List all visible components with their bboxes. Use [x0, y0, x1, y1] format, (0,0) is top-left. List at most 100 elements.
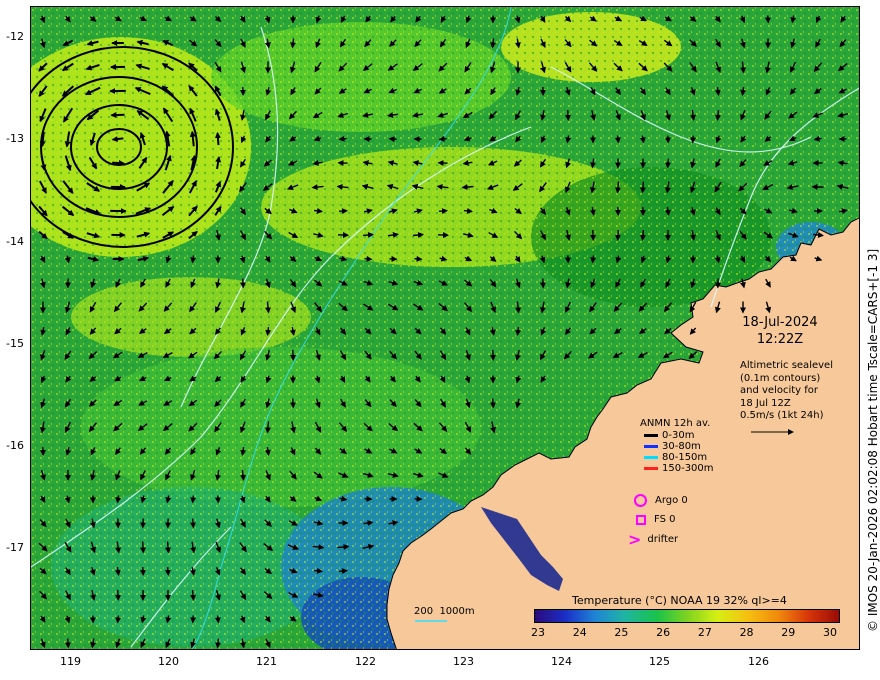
velocity-arrow	[265, 326, 272, 336]
velocity-arrow	[664, 135, 671, 144]
velocity-arrow	[811, 183, 824, 190]
lat-tick-label: -17	[6, 541, 24, 554]
date-label: 18-Jul-2024	[742, 315, 818, 330]
velocity-arrow	[189, 518, 196, 529]
velocity-arrow	[690, 135, 697, 144]
lat-tick-label: -16	[6, 439, 24, 452]
velocity-arrow	[615, 229, 621, 241]
velocity-arrow	[614, 135, 621, 144]
velocity-arrow	[240, 469, 246, 481]
legend-item: 30-80m	[644, 441, 714, 452]
legend-label: 0-30m	[662, 430, 695, 441]
velocity-arrow	[111, 136, 124, 143]
lat-tick-label: -13	[6, 132, 24, 145]
legend-title: ANMN 12h av.	[640, 418, 711, 429]
alt-note-line: (0.1m contours)	[740, 372, 821, 384]
colorbar-tick-label: 30	[823, 626, 837, 639]
lon-tick-label: 123	[453, 655, 474, 668]
velocity-arrow	[139, 566, 146, 576]
legend-item: 80-150m	[644, 452, 714, 463]
velocity-arrow	[515, 326, 522, 336]
velocity-arrow	[362, 232, 374, 238]
velocity-arrow	[190, 495, 197, 504]
velocity-arrow	[490, 349, 496, 361]
legend-item: 150-300m	[644, 463, 714, 474]
velocity-arrow	[665, 158, 672, 169]
velocity-arrow	[412, 232, 424, 238]
timestamp-block: 18-Jul-2024 12:22Z	[732, 314, 828, 348]
colorbar-tick-label: 24	[572, 626, 587, 639]
lon-tick-label: 125	[649, 655, 670, 668]
colorbar-tick-label: 26	[656, 626, 671, 639]
legend-swatch	[644, 467, 658, 470]
lat-tick-label: -12	[6, 30, 24, 43]
velocity-arrow	[640, 229, 646, 241]
velocity-arrow	[489, 398, 496, 409]
velocity-arrow	[338, 135, 347, 142]
drifter-legend: > drifter	[628, 529, 679, 549]
lon-tick-label: 119	[60, 655, 81, 668]
alt-note-line: and velocity for	[740, 385, 819, 396]
velocity-arrow	[64, 638, 71, 649]
alt-note-line: 18 Jul 12Z	[740, 397, 791, 409]
colorbar-tick-label: 29	[781, 626, 796, 639]
velocity-arrow	[289, 398, 296, 409]
velocity-arrow	[639, 181, 646, 194]
lon-tick-label: 120	[158, 655, 179, 668]
velocity-arrow	[264, 421, 271, 434]
velocity-arrow	[214, 131, 221, 146]
fs-label: FS 0	[654, 514, 676, 525]
colorbar-title: Temperature (°C) NOAA 19 32% ql>=4	[572, 594, 787, 607]
velocity-arrow	[565, 109, 571, 121]
altimetry-note: Altimetric sealevel (0.1m contours) and …	[740, 360, 850, 423]
legend-item: 0-30m	[644, 430, 714, 441]
velocity-arrow	[214, 615, 221, 624]
colorbar-tick-label: 28	[739, 626, 754, 639]
colorbar-tick-label: 25	[614, 626, 629, 639]
velocity-arrow	[438, 135, 447, 142]
lon-tick-label: 126	[748, 655, 769, 668]
anmn-legend: ANMN 12h av. 0-30m 30-80m 80-150m 150-30…	[640, 418, 714, 474]
velocity-arrow	[115, 615, 122, 624]
bathymetry-scale-label: 200 1000m	[414, 606, 475, 617]
velocity-arrow	[463, 207, 473, 214]
lat-tick-label: -15	[6, 337, 24, 350]
velocity-arrow	[764, 15, 771, 24]
colorbar-ticks: 23 24 25 26 27 28 29 30	[531, 626, 840, 640]
drifter-label: drifter	[647, 534, 679, 545]
legend-swatch	[644, 434, 658, 437]
alt-note-line: Altimetric sealevel	[740, 360, 833, 371]
legend-swatch	[644, 445, 658, 448]
legend-label: 150-300m	[662, 463, 714, 474]
velocity-arrow	[313, 567, 323, 574]
argo-circle-icon	[634, 494, 647, 507]
velocity-arrow	[414, 255, 423, 262]
velocity-arrow	[140, 541, 147, 554]
legend-swatch	[644, 456, 658, 459]
velocity-arrow	[338, 208, 348, 215]
velocity-arrow	[165, 541, 172, 554]
argo-legend: Argo 0	[634, 494, 688, 507]
velocity-arrow	[338, 568, 348, 575]
lat-tick-label: -14	[6, 235, 24, 248]
velocity-arrow	[164, 566, 171, 576]
legend-label: 80-150m	[662, 452, 708, 463]
velocity-arrow	[614, 181, 621, 194]
fs-legend: FS 0	[636, 514, 675, 525]
alt-note-line: 0.5m/s (1kt 24h)	[740, 410, 824, 421]
velocity-arrow	[265, 301, 272, 314]
lon-tick-label: 124	[551, 655, 572, 668]
time-label: 12:22Z	[756, 332, 804, 347]
argo-label: Argo 0	[655, 495, 688, 506]
colorbar-tick-label: 27	[697, 626, 712, 639]
credit-text: © IMOS 20-Jan-2026 02:02:08 Hobart time …	[866, 248, 880, 632]
velocity-arrow	[388, 136, 397, 143]
velocity-arrow	[115, 589, 121, 601]
velocity-arrow	[112, 160, 125, 167]
velocity-arrow	[215, 638, 222, 649]
temperature-colorbar	[534, 609, 840, 623]
velocity-arrow	[664, 206, 671, 216]
velocity-arrow	[364, 255, 373, 262]
drifter-chevron-icon: >	[628, 529, 642, 549]
velocity-arrow	[438, 208, 448, 215]
